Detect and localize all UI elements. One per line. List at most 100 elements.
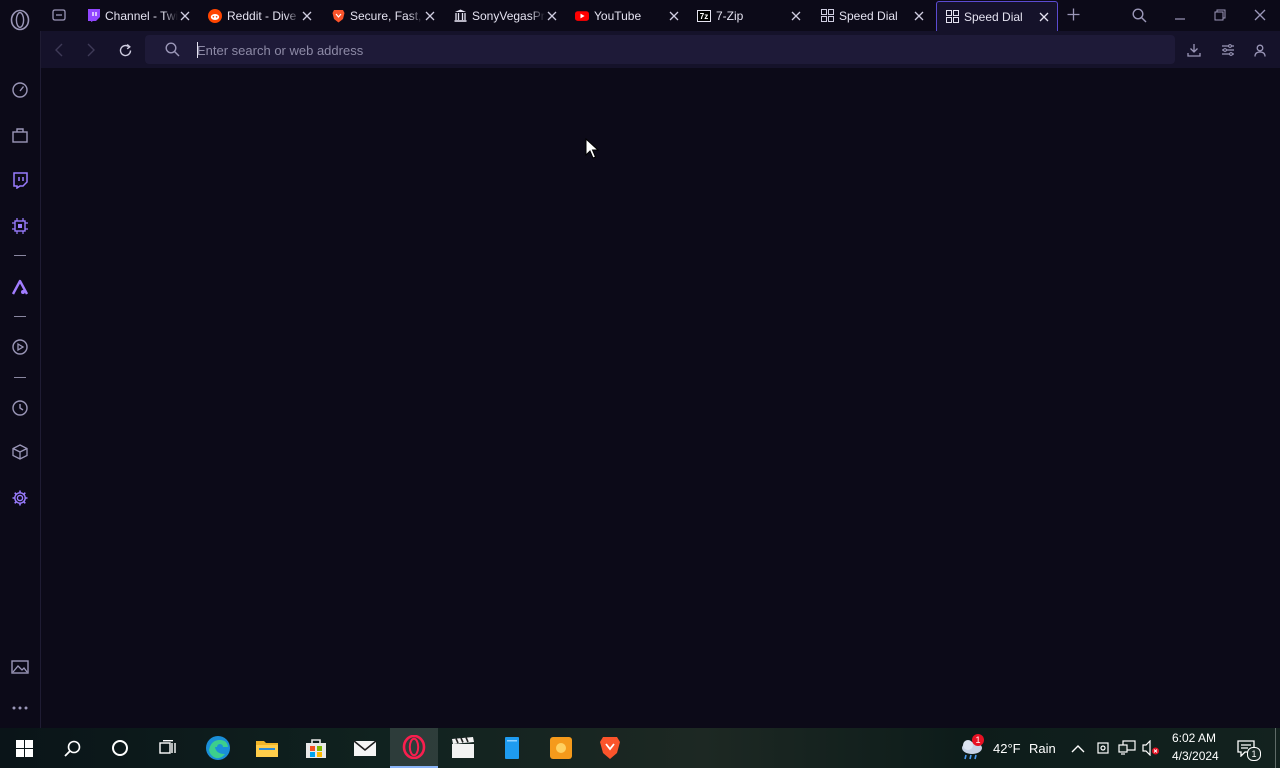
tab-title: Channel - Twitch — [105, 8, 178, 23]
more-icon[interactable] — [8, 696, 32, 720]
speed-dial-icon[interactable] — [8, 78, 32, 102]
twitch-icon[interactable] — [8, 168, 32, 192]
user-icon — [1254, 44, 1266, 57]
file-explorer-app[interactable] — [243, 728, 291, 768]
new-tab-button[interactable] — [1064, 5, 1082, 23]
mail-app[interactable] — [341, 728, 389, 768]
restore-button[interactable] — [1208, 3, 1232, 27]
close-icon — [1254, 9, 1266, 21]
tab-twitch[interactable]: Channel - Twitch — [78, 1, 198, 30]
extensions-icon[interactable] — [8, 440, 32, 464]
show-hidden-icons-button[interactable] — [1071, 741, 1085, 759]
weather-temperature: 42°F — [993, 741, 1021, 756]
media-app-icon — [550, 737, 572, 759]
music-icon[interactable] — [8, 275, 32, 299]
tab-strip: Channel - Twitch Reddit - Dive into anyt… — [40, 0, 1280, 31]
cortana-button[interactable] — [96, 728, 144, 768]
store-icon[interactable] — [8, 123, 32, 147]
tab-title: YouTube — [594, 8, 642, 23]
clock-time[interactable]: 6:02 AM — [1172, 731, 1216, 745]
tab-youtube[interactable]: YouTube — [567, 1, 687, 30]
forward-button[interactable] — [79, 38, 103, 62]
player-icon[interactable] — [8, 335, 32, 359]
opera-logo-icon[interactable] — [8, 8, 32, 32]
settings-icon[interactable] — [8, 486, 32, 510]
close-icon[interactable] — [912, 9, 926, 23]
close-icon[interactable] — [178, 9, 192, 23]
restore-icon — [1214, 9, 1226, 21]
video-editor-app[interactable] — [439, 728, 487, 768]
tab-sonyvegas[interactable]: SonyVegasPro — [445, 1, 565, 30]
microsoft-store-app[interactable] — [292, 728, 340, 768]
close-icon[interactable] — [300, 9, 314, 23]
task-view-icon — [159, 740, 176, 754]
close-icon[interactable] — [423, 9, 437, 23]
search-button[interactable] — [48, 728, 96, 768]
tab-brave[interactable]: Secure, Fast, Private Browser — [323, 1, 443, 30]
network-button[interactable] — [1118, 740, 1136, 761]
edge-app[interactable] — [194, 728, 242, 768]
media-app[interactable] — [537, 728, 585, 768]
profile-button[interactable] — [1248, 38, 1272, 62]
weather-alert-badge: 1 — [972, 734, 984, 746]
search-icon — [165, 42, 180, 62]
windows-start-button[interactable] — [0, 728, 48, 768]
tab-search-button[interactable] — [1127, 3, 1151, 27]
opera-gx-app[interactable] — [390, 728, 438, 768]
notification-count-badge: 1 — [1247, 747, 1261, 761]
minimize-button[interactable] — [1168, 3, 1192, 27]
video-editor-icon — [452, 737, 474, 758]
tab-reddit[interactable]: Reddit - Dive into anything — [200, 1, 320, 30]
weather-widget[interactable]: 1 — [958, 734, 988, 762]
downloads-button[interactable] — [1182, 38, 1206, 62]
tab-speed-dial[interactable]: Speed Dial — [812, 1, 932, 30]
mouse-cursor-icon — [585, 137, 600, 164]
easy-setup-button[interactable] — [1216, 38, 1240, 62]
close-icon[interactable] — [789, 9, 803, 23]
tab-title: 7-Zip — [716, 8, 744, 23]
search-icon — [1131, 7, 1146, 22]
workspaces-icon[interactable] — [50, 6, 68, 24]
wallpaper-icon[interactable] — [8, 655, 32, 679]
device-icon — [1097, 742, 1109, 754]
weather-condition: Rain — [1029, 741, 1056, 756]
speed-dial-icon — [820, 9, 834, 23]
brave-app[interactable] — [586, 728, 634, 768]
tab-speed-dial-active[interactable]: Speed Dial — [936, 1, 1058, 31]
store-icon — [306, 739, 326, 758]
7zip-icon: 7z — [697, 9, 711, 23]
hardware-icon[interactable] — [8, 214, 32, 238]
close-window-button[interactable] — [1248, 3, 1272, 27]
task-view-button[interactable] — [144, 728, 192, 768]
back-button[interactable] — [47, 38, 71, 62]
address-bar[interactable] — [145, 35, 1175, 64]
text-caret — [197, 42, 198, 58]
brave-icon — [600, 737, 620, 759]
reload-icon — [119, 43, 131, 56]
windows-start-icon — [15, 739, 33, 757]
volume-button[interactable] — [1142, 739, 1160, 761]
chevron-up-icon — [1071, 745, 1085, 753]
notifications-button[interactable]: 1 — [1236, 739, 1261, 761]
reload-button[interactable] — [113, 38, 137, 62]
close-icon[interactable] — [667, 9, 681, 23]
sidebar — [0, 0, 41, 728]
tab-title: Speed Dial — [839, 8, 898, 23]
tab-title: Speed Dial — [964, 9, 1023, 24]
back-icon — [55, 43, 63, 57]
tab-title: Secure, Fast, Private Browser — [350, 8, 423, 23]
edge-icon — [206, 736, 230, 760]
meet-now-button[interactable] — [1096, 740, 1110, 761]
history-icon[interactable] — [8, 396, 32, 420]
address-input[interactable] — [197, 41, 1097, 59]
notepad-app[interactable] — [488, 728, 536, 768]
clock-date[interactable]: 4/3/2024 — [1172, 749, 1219, 763]
brave-icon — [331, 9, 345, 23]
close-icon[interactable] — [1037, 10, 1051, 24]
show-desktop-button[interactable] — [1275, 728, 1276, 768]
tab-7zip[interactable]: 7z 7-Zip — [689, 1, 809, 30]
plus-icon — [1067, 8, 1079, 20]
network-icon — [1118, 740, 1136, 755]
close-icon[interactable] — [545, 9, 559, 23]
svg-text:7z: 7z — [700, 12, 708, 21]
